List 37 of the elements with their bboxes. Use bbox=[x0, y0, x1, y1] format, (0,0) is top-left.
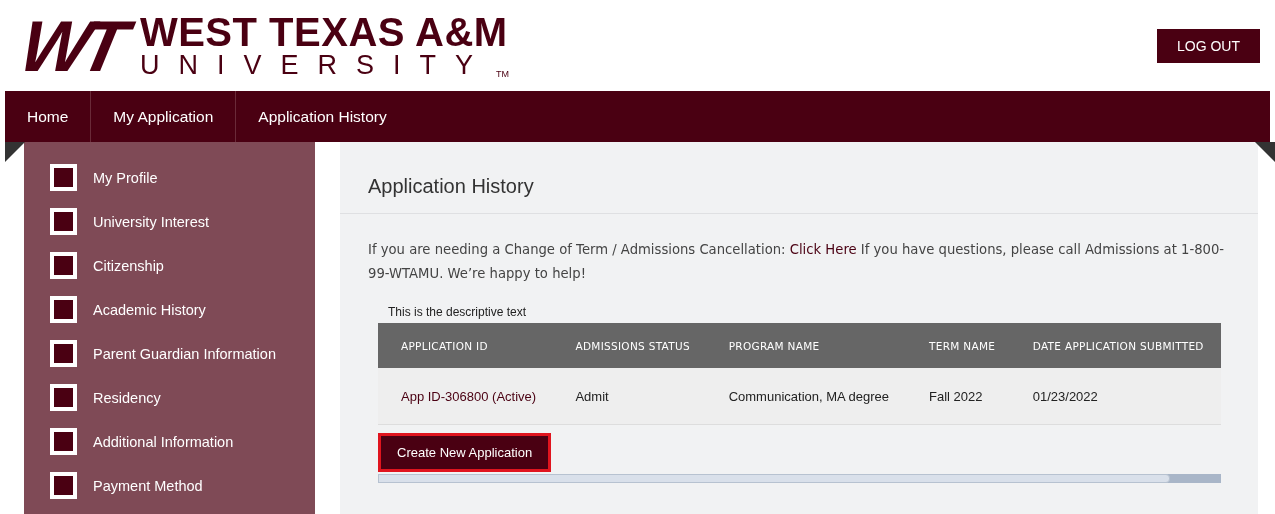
column-header: APPLICATION ID bbox=[378, 323, 553, 368]
sidebar-item[interactable]: Parent Guardian Information bbox=[93, 345, 276, 362]
checkbox[interactable] bbox=[50, 164, 77, 191]
checkbox[interactable] bbox=[50, 384, 77, 411]
sidebar-item[interactable]: Additional Information bbox=[93, 433, 234, 450]
sidebar-item[interactable]: University Interest bbox=[93, 213, 210, 230]
column-header: TERM NAME bbox=[906, 323, 1010, 368]
sidebar-item[interactable]: Academic History bbox=[93, 301, 206, 318]
university-name: WEST TEXAS A&M bbox=[139, 12, 509, 52]
table-cell: Communication, MA degree bbox=[705, 368, 907, 425]
university-subtitle: UNIVERSITY bbox=[139, 52, 492, 79]
checkbox[interactable] bbox=[50, 208, 77, 235]
checkbox[interactable] bbox=[50, 428, 77, 455]
column-header: ADMISSIONS STATUS bbox=[552, 323, 706, 368]
checkbox[interactable] bbox=[50, 472, 77, 499]
column-header: PROGRAM NAME bbox=[705, 323, 907, 368]
table-cell: 01/23/2022 bbox=[1009, 368, 1221, 425]
table-cell: Admit bbox=[552, 368, 706, 425]
sidebar-item[interactable]: Citizenship bbox=[93, 257, 164, 274]
nav-item[interactable]: Application History bbox=[236, 91, 409, 142]
table-cell: Fall 2022 bbox=[906, 368, 1010, 425]
table-cell[interactable]: App ID-306800 (Active) bbox=[378, 368, 553, 425]
checkbox[interactable] bbox=[50, 252, 77, 279]
create-application-button[interactable]: Create New Application bbox=[378, 433, 552, 472]
table-caption: This is the descriptive text bbox=[388, 305, 527, 319]
sidebar-item[interactable]: Residency bbox=[93, 389, 161, 406]
logo-mark: WT bbox=[14, 9, 134, 82]
click-here-link[interactable]: Click Here bbox=[789, 242, 857, 257]
intro-text: If you are needing a Change of Term / Admissions Cancellation: Click Here If you have questions, please call Admissions at 1-800-99-WTAMU. We’re happy to help! bbox=[368, 241, 1226, 283]
sidebar-item[interactable]: My Profile bbox=[93, 169, 158, 186]
panel-title: Application History bbox=[340, 142, 1258, 214]
trademark: TM bbox=[495, 69, 509, 79]
checkbox[interactable] bbox=[50, 340, 77, 367]
logout-button[interactable]: LOG OUT bbox=[1157, 28, 1260, 63]
sidebar-item[interactable]: Payment Method bbox=[93, 477, 203, 494]
column-header: DATE APPLICATION SUBMITTED bbox=[1009, 323, 1221, 368]
checkbox[interactable] bbox=[50, 296, 77, 323]
